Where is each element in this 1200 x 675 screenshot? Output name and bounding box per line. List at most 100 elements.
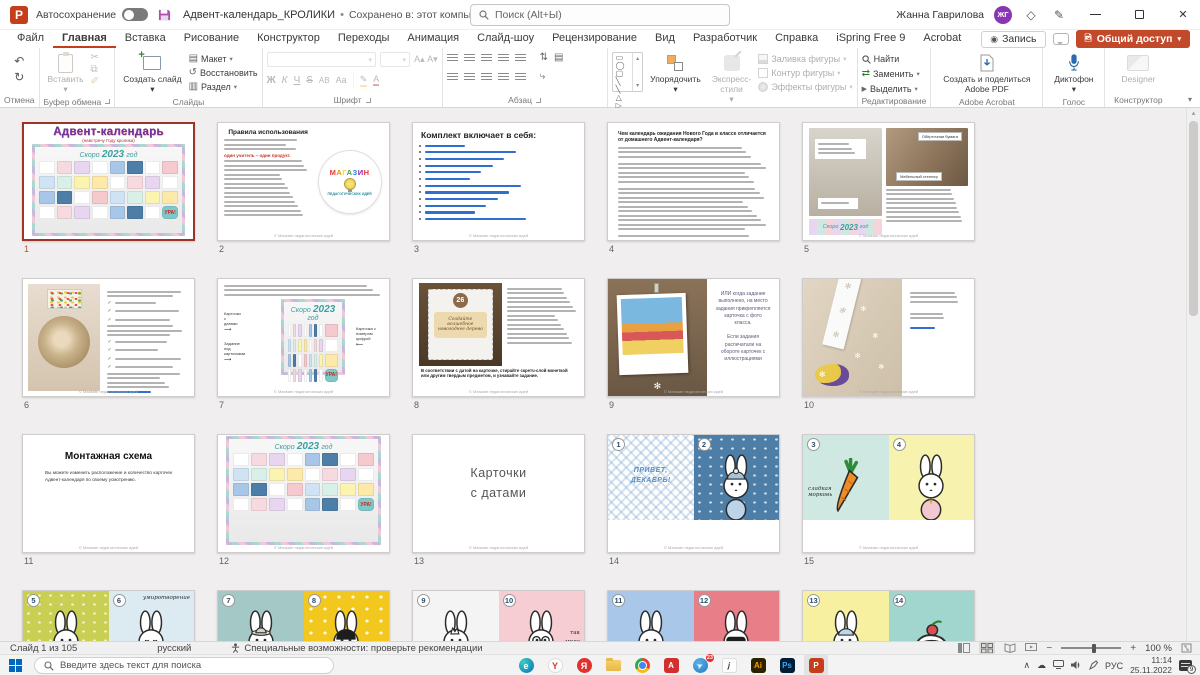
taskbar-app-illustrator[interactable]: Ai (746, 655, 770, 675)
save-icon[interactable] (158, 8, 171, 21)
slide-thumbnail-15[interactable]: 3сладкаяморковь4© Магазин педагогических… (802, 434, 975, 553)
slide-thumbnail-3[interactable]: Комплект включает в себя:© Магазин педаг… (412, 122, 585, 241)
shape-fill-button[interactable]: Заливка фигуры▾ (758, 53, 852, 65)
cut-icon[interactable]: ✂ (91, 53, 99, 63)
justify-icon[interactable] (498, 73, 509, 82)
slide-thumbnail-13[interactable]: Карточкис датами© Магазин педагогических… (412, 434, 585, 553)
zoom-slider[interactable] (1061, 647, 1121, 649)
columns-icon[interactable] (515, 73, 526, 82)
start-button[interactable] (0, 659, 30, 672)
align-left-icon[interactable] (447, 73, 458, 82)
tab-iSpring Free 9[interactable]: iSpring Free 9 (827, 30, 914, 48)
underline-icon[interactable]: Ч (294, 75, 301, 86)
find-button[interactable]: Найти (862, 53, 920, 65)
clipboard-dialog-launcher[interactable] (105, 99, 110, 104)
tab-Вид[interactable]: Вид (646, 30, 684, 48)
font-size-combo[interactable]: ▾ (380, 52, 410, 67)
change-case-icon[interactable]: Аа (336, 75, 347, 85)
shapes-gallery[interactable]: ▭ ◯ ▢ ╲ ╲ △ ▷ ⇨ ⇩ ▣ ∿ ⌣ { } ☆ ▴▾ (612, 52, 644, 92)
slide-thumbnail-19[interactable]: 1112© Магазин педагогических идей (607, 590, 780, 641)
tab-Справка[interactable]: Справка (766, 30, 827, 48)
paste-button[interactable]: Вставить ▾ (44, 51, 88, 97)
reset-button[interactable]: ↺Восстановить (189, 67, 258, 79)
align-right-icon[interactable] (481, 73, 492, 82)
tray-expand-icon[interactable]: ∧ (1023, 660, 1030, 671)
undo-icon[interactable]: ↶ (14, 55, 24, 67)
comments-icon[interactable] (1053, 33, 1069, 45)
replace-button[interactable]: ⇄Заменить▾ (862, 68, 920, 80)
font-dialog-launcher[interactable] (366, 98, 371, 103)
slide-thumbnail-16[interactable]: 56умиротворение© Магазин педагогических … (22, 590, 195, 641)
taskbar-app-telegram[interactable]: 23 (688, 655, 712, 675)
reading-view-icon[interactable] (1004, 643, 1016, 653)
tab-Рисование[interactable]: Рисование (175, 30, 248, 48)
bullets-icon[interactable] (447, 54, 458, 63)
slide-thumbnail-7[interactable]: Карточки с датамиЗадание под карточкамиС… (217, 278, 390, 397)
tab-Acrobat[interactable]: Acrobat (914, 30, 970, 48)
taskbar-search[interactable]: Введите здесь текст для поиска (34, 657, 334, 674)
font-name-combo[interactable]: ▾ (267, 52, 376, 67)
tab-Рецензирование[interactable]: Рецензирование (543, 30, 646, 48)
slideshow-view-icon[interactable] (1025, 643, 1037, 653)
display-icon[interactable] (1053, 660, 1064, 671)
tab-Переходы[interactable]: Переходы (329, 30, 399, 48)
scrollbar[interactable]: ▴ (1186, 108, 1200, 641)
language-indicator[interactable]: русский (157, 643, 191, 654)
tab-Файл[interactable]: Файл (8, 30, 53, 48)
italic-icon[interactable]: К (282, 75, 288, 86)
text-direction-icon[interactable]: ⇅ (540, 53, 548, 63)
tab-Вставка[interactable]: Вставка (116, 30, 175, 48)
slide-thumbnail-1[interactable]: Адвент-календарь(навстречу Году кролика)… (22, 122, 195, 241)
taskbar-app-photoshop[interactable]: Ps (775, 655, 799, 675)
taskbar-app-ispring[interactable]: j (717, 655, 741, 675)
slide-thumbnail-10[interactable]: ✻✻✻✻✻✻✻© Магазин педагогических идей (802, 278, 975, 397)
new-slide-button[interactable]: Создать слайд ▾ (119, 51, 185, 97)
copy-icon[interactable]: ⧉ (91, 65, 99, 75)
bold-icon[interactable]: Ж (267, 75, 276, 86)
record-button[interactable]: ◉ Запись (981, 31, 1045, 48)
section-button[interactable]: ▥Раздел▾ (189, 81, 258, 93)
tab-Анимация[interactable]: Анимация (398, 30, 468, 48)
slide-thumbnail-6[interactable]: ✓✓✓✓✓✓✓© Магазин педагогических идей (22, 278, 195, 397)
maximize-button[interactable] (1122, 0, 1156, 30)
tab-Разработчик[interactable]: Разработчик (684, 30, 766, 48)
slide-thumbnail-17[interactable]: 78© Магазин педагогических идей (217, 590, 390, 641)
text-highlight-icon[interactable]: ✎ (360, 74, 368, 87)
slide-thumbnail-12[interactable]: Скоро 2023 годУРА!© Магазин педагогическ… (217, 434, 390, 553)
arrange-button[interactable]: Упорядочить ▾ (646, 51, 705, 97)
autosave-toggle[interactable] (122, 8, 148, 21)
editing-mode-icon[interactable]: ✎ (1050, 8, 1068, 22)
scrollbar-thumb[interactable] (1189, 121, 1198, 316)
user-name[interactable]: Жанна Гаврилова (896, 9, 984, 21)
redo-icon[interactable]: ↻ (14, 71, 24, 83)
coach-icon[interactable]: ◇ (1022, 8, 1040, 22)
fit-to-window-icon[interactable] (1181, 643, 1192, 653)
taskbar-app-yandex[interactable]: Я (572, 655, 596, 675)
tab-Слайд-шоу[interactable]: Слайд-шоу (468, 30, 543, 48)
clock[interactable]: 11:14 25.11.2022 (1130, 656, 1172, 675)
taskbar-app-powerpoint[interactable]: P (804, 655, 828, 675)
slide-thumbnail-9[interactable]: ✻ИЛИ когда задание выполнено, на место з… (607, 278, 780, 397)
normal-view-icon[interactable] (958, 643, 970, 653)
slide-thumbnail-5[interactable]: Скоро 2023 годОбёрточная бумагаМебельный… (802, 122, 975, 241)
align-center-icon[interactable] (464, 73, 475, 82)
slide-thumbnail-4[interactable]: Чем календарь ожидания Нового Года в кла… (607, 122, 780, 241)
font-color-icon[interactable]: А (373, 74, 379, 86)
user-avatar[interactable]: ЖГ (994, 6, 1012, 24)
input-language[interactable]: РУС (1105, 661, 1123, 671)
designer-button[interactable]: Designer (1117, 51, 1159, 87)
zoom-out-icon[interactable]: − (1046, 643, 1052, 654)
paragraph-dialog-launcher[interactable] (536, 98, 541, 103)
shape-effects-button[interactable]: Эффекты фигуры▾ (758, 81, 852, 93)
search-box[interactable]: Поиск (Alt+Ы) (470, 4, 730, 26)
numbering-icon[interactable] (464, 54, 475, 63)
taskbar-app-acrobat[interactable]: A (659, 655, 683, 675)
volume-icon[interactable] (1071, 660, 1082, 672)
zoom-level[interactable]: 100 % (1145, 643, 1172, 654)
taskbar-app-edge[interactable]: e (514, 655, 538, 675)
taskbar-app-explorer[interactable] (601, 655, 625, 675)
zoom-in-icon[interactable]: + (1130, 643, 1136, 654)
format-painter-icon[interactable]: ✐ (91, 77, 99, 87)
minimize-button[interactable] (1078, 0, 1112, 30)
select-button[interactable]: ▶Выделить▾ (862, 83, 920, 95)
